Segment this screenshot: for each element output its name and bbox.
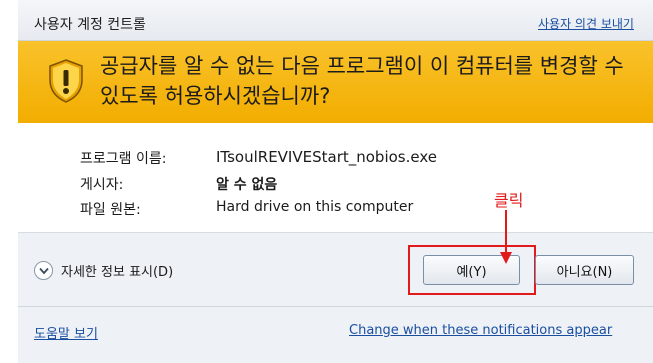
title-bar: 사용자 계정 컨트롤 사용자 의견 보내기 [18, 0, 653, 41]
feedback-link[interactable]: 사용자 의견 보내기 [538, 15, 634, 32]
change-notifications-link[interactable]: Change when these notifications appear [349, 323, 612, 338]
help-link[interactable]: 도움말 보기 [34, 323, 98, 342]
file-origin-value: Hard drive on this computer [216, 199, 414, 215]
window-title: 사용자 계정 컨트롤 [34, 17, 146, 33]
warning-banner: 공급자를 알 수 없는 다음 프로그램이 이 컴퓨터를 변경할 수 있도록 허용… [18, 41, 653, 123]
program-name-label: 프로그램 이름: [80, 151, 167, 167]
footer-divider [18, 306, 653, 307]
dialog-footer: 자세한 정보 표시(D) 예(Y) 아니요(N) 도움말 보기 Change w… [18, 233, 653, 363]
program-details: 프로그램 이름: ITsoulREVIVEStart_nobios.exe 게시… [18, 123, 653, 233]
no-button[interactable]: 아니요(N) [535, 255, 634, 285]
publisher-value: 알 수 없음 [216, 177, 278, 193]
program-name-value: ITsoulREVIVEStart_nobios.exe [216, 148, 437, 166]
file-origin-label: 파일 원본: [80, 202, 141, 218]
consent-question: 공급자를 알 수 없는 다음 프로그램이 이 컴퓨터를 변경할 수 있도록 허용… [100, 54, 624, 108]
arrow-down-icon [500, 210, 512, 264]
show-details-toggle[interactable]: 자세한 정보 표시(D) [34, 261, 173, 280]
click-annotation-label: 클릭 [494, 191, 524, 210]
chevron-down-icon [34, 261, 53, 280]
shield-icon [49, 59, 83, 103]
publisher-label: 게시자: [80, 177, 124, 193]
show-details-label: 자세한 정보 표시(D) [61, 265, 174, 280]
window-frame-left [0, 0, 18, 363]
